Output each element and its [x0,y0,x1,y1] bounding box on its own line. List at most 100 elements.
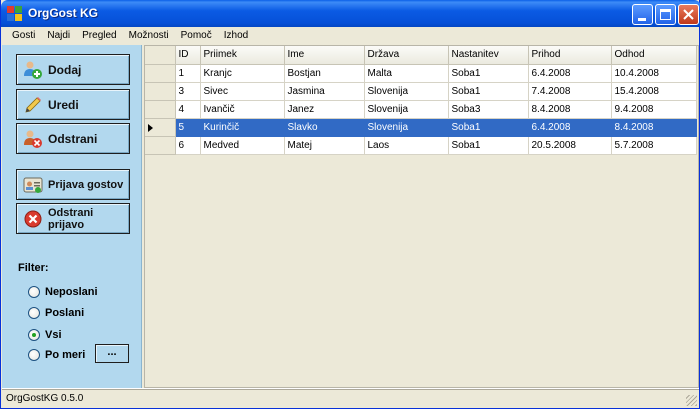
row-header[interactable] [145,136,176,155]
cell-surname[interactable]: Sivec [200,82,285,101]
cell-arrival[interactable]: 7.4.2008 [528,82,612,101]
cell-name[interactable]: Bostjan [284,64,365,83]
cell-name[interactable]: Slavko [284,118,365,137]
maximize-icon [660,9,671,20]
menu-gosti[interactable]: Gosti [6,27,41,45]
radio-button-selected[interactable] [28,329,40,341]
column-header[interactable]: Država [364,46,449,65]
app-window: OrgGost KG Gosti Najdi Pregled Možnosti … [0,0,700,409]
cell-arrival[interactable]: 20.5.2008 [528,136,612,155]
filter-option-vsi[interactable]: Vsi [28,329,62,341]
cell-id[interactable]: 3 [175,82,201,101]
cell-departure[interactable]: 8.4.2008 [611,118,697,137]
checkin-card-icon [23,177,43,193]
red-x-icon [24,210,42,227]
table-header-row: ID Priimek Ime Država Nastanitev Prihod … [145,46,697,65]
radio-button[interactable] [28,307,40,319]
edit-button[interactable]: Uredi [16,89,130,120]
menu-moznosti[interactable]: Možnosti [123,27,175,45]
cell-surname[interactable]: Kurinčič [200,118,285,137]
table-row[interactable]: 6 Medved Matej Laos Soba1 20.5.2008 5.7.… [145,136,697,155]
cell-country[interactable]: Slovenija [364,82,449,101]
cell-name[interactable]: Matej [284,136,365,155]
table-row[interactable]: 3 Sivec Jasmina Slovenija Soba1 7.4.2008… [145,82,697,101]
cell-departure[interactable]: 5.7.2008 [611,136,697,155]
cell-departure[interactable]: 10.4.2008 [611,64,697,83]
table-row[interactable]: 4 Ivančič Janez Slovenija Soba3 8.4.2008… [145,100,697,119]
column-header[interactable]: ID [175,46,201,65]
cell-country[interactable]: Slovenija [364,118,449,137]
cell-id[interactable]: 6 [175,136,201,155]
filter-option-label: Po meri [45,349,86,361]
filter-option-label: Vsi [45,329,62,341]
version-label: OrgGostKG 0.5.0 [6,393,84,404]
column-header[interactable]: Priimek [200,46,285,65]
menu-bar: Gosti Najdi Pregled Možnosti Pomoč Izhod [2,27,699,45]
cell-room[interactable]: Soba1 [448,136,529,155]
remove-user-icon [24,130,42,148]
cell-surname[interactable]: Ivančič [200,100,285,119]
cell-room[interactable]: Soba1 [448,118,529,137]
cell-country[interactable]: Malta [364,64,449,83]
cell-room[interactable]: Soba1 [448,82,529,101]
column-header[interactable]: Nastanitev [448,46,529,65]
guest-grid: ID Priimek Ime Država Nastanitev Prihod … [144,45,699,388]
resize-grip[interactable] [686,395,697,406]
cell-name[interactable]: Jasmina [284,82,365,101]
add-button[interactable]: Dodaj [16,54,130,85]
row-header-current[interactable] [145,118,176,137]
remove-button[interactable]: Odstrani [16,123,130,154]
row-header[interactable] [145,100,176,119]
checkin-button-label: Prijava gostov [48,178,124,191]
column-header[interactable]: Ime [284,46,365,65]
cell-country[interactable]: Laos [364,136,449,155]
menu-pomoc[interactable]: Pomoč [175,27,218,45]
table-row[interactable]: 1 Kranjc Bostjan Malta Soba1 6.4.2008 10… [145,64,697,83]
cell-id[interactable]: 4 [175,100,201,119]
cell-id[interactable]: 1 [175,64,201,83]
row-header[interactable] [145,64,176,83]
minimize-button[interactable] [632,4,653,25]
status-bar: OrgGostKG 0.5.0 [2,388,699,408]
close-icon [683,9,694,20]
row-header[interactable] [145,82,176,101]
remove-checkin-button-label: Odstrani prijavo [48,206,94,231]
filter-label: Filter: [18,262,49,274]
row-header-corner[interactable] [145,46,176,65]
cell-surname[interactable]: Medved [200,136,285,155]
cell-name[interactable]: Janez [284,100,365,119]
column-header[interactable]: Prihod [528,46,612,65]
cell-id[interactable]: 5 [175,118,201,137]
custom-filter-browse-button[interactable]: ... [95,344,129,363]
column-header[interactable]: Odhod [611,46,697,65]
menu-pregled[interactable]: Pregled [76,27,122,45]
edit-button-label: Uredi [48,97,79,112]
minimize-icon [638,18,646,21]
remove-checkin-button[interactable]: Odstrani prijavo [16,203,130,234]
cell-room[interactable]: Soba1 [448,64,529,83]
cell-room[interactable]: Soba3 [448,100,529,119]
filter-option-po-meri[interactable]: Po meri [28,349,85,361]
cell-arrival[interactable]: 6.4.2008 [528,118,612,137]
filter-option-label: Neposlani [45,286,98,298]
menu-izhod[interactable]: Izhod [218,27,254,45]
filter-option-neposlani[interactable]: Neposlani [28,286,98,298]
checkin-button[interactable]: Prijava gostov [16,169,130,200]
cell-surname[interactable]: Kranjc [200,64,285,83]
cell-arrival[interactable]: 8.4.2008 [528,100,612,119]
title-bar[interactable]: OrgGost KG [1,0,700,27]
close-button[interactable] [678,4,699,25]
add-button-label: Dodaj [48,62,82,77]
radio-button[interactable] [28,349,40,361]
filter-option-poslani[interactable]: Poslani [28,307,84,319]
cell-departure[interactable]: 15.4.2008 [611,82,697,101]
action-panel: Dodaj Uredi Odstrani Prijava gostov Odst… [2,45,142,388]
menu-najdi[interactable]: Najdi [41,27,76,45]
radio-button[interactable] [28,286,40,298]
cell-departure[interactable]: 9.4.2008 [611,100,697,119]
cell-country[interactable]: Slovenija [364,100,449,119]
maximize-button[interactable] [655,4,676,25]
window-title: OrgGost KG [28,6,99,20]
table-row-selected[interactable]: 5 Kurinčič Slavko Slovenija Soba1 6.4.20… [145,118,697,137]
cell-arrival[interactable]: 6.4.2008 [528,64,612,83]
